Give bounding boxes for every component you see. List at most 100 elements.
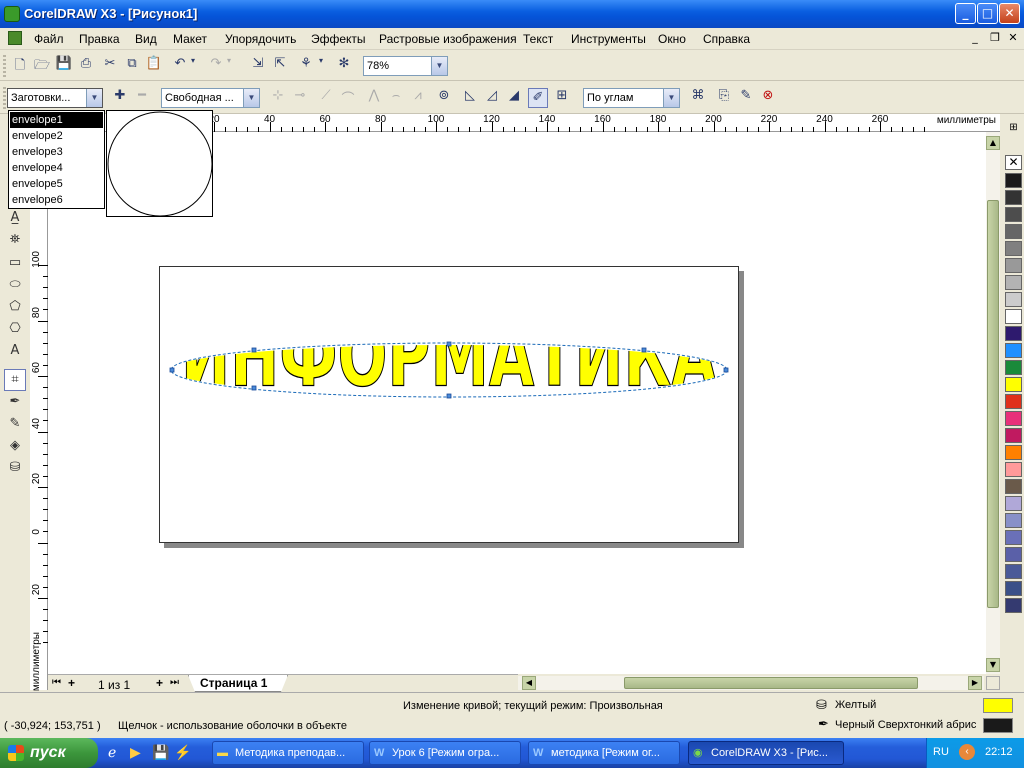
palette-swatch[interactable]: [1005, 343, 1022, 358]
palette-swatch[interactable]: [1005, 326, 1022, 341]
palette-swatch[interactable]: [1005, 258, 1022, 273]
task-word-1[interactable]: W Урок 6 [Режим огра...: [369, 741, 521, 765]
clear-envelope-icon[interactable]: ⊗: [758, 88, 778, 108]
last-page-icon[interactable]: ⏭: [170, 677, 179, 688]
cusp-node-icon[interactable]: ⋀: [364, 88, 384, 108]
envelope-tool-icon[interactable]: ⌗: [4, 369, 26, 391]
envelope-node[interactable]: [641, 347, 647, 353]
palette-swatch[interactable]: [1005, 428, 1022, 443]
add-page-after-icon[interactable]: +: [156, 676, 163, 690]
launcher-icon[interactable]: ⚘: [296, 56, 316, 76]
export-icon[interactable]: ⇱: [270, 56, 290, 76]
redo-icon[interactable]: ↷: [206, 56, 226, 76]
preset-option[interactable]: envelope3: [10, 144, 103, 160]
minimize-button[interactable]: _: [955, 3, 976, 24]
palette-swatch[interactable]: [1005, 224, 1022, 239]
copy-envelope-icon[interactable]: ⎘: [714, 88, 734, 108]
palette-swatch[interactable]: [1005, 377, 1022, 392]
import-icon[interactable]: ⇲: [248, 56, 268, 76]
add-preset-icon[interactable]: ✚: [110, 88, 130, 108]
first-page-icon[interactable]: ⏮: [52, 677, 61, 688]
palette-swatch[interactable]: [1005, 275, 1022, 290]
polygon-tool-icon[interactable]: ⬠: [4, 299, 26, 321]
scroll-left-icon[interactable]: ◀: [522, 676, 536, 690]
single-arc-mode-icon[interactable]: ◿: [482, 88, 502, 108]
envelope-mode-icon[interactable]: ⊚: [434, 88, 454, 108]
welcome-icon[interactable]: ✻: [334, 56, 354, 76]
redo-dropdown-icon[interactable]: ▾: [224, 56, 234, 76]
start-button[interactable]: пуск: [0, 738, 98, 768]
preset-option[interactable]: envelope5: [10, 176, 103, 192]
eyedropper-tool-icon[interactable]: ✒: [4, 394, 26, 416]
horizontal-scroll-thumb[interactable]: [624, 677, 918, 689]
no-fill-swatch[interactable]: ✕: [1005, 155, 1022, 170]
menu-tools[interactable]: Инструменты: [571, 32, 646, 46]
close-button[interactable]: ✕: [999, 3, 1020, 24]
smart-fill-icon[interactable]: ⛯: [4, 232, 26, 254]
print-icon[interactable]: ⎙: [76, 56, 96, 76]
palette-swatch[interactable]: [1005, 241, 1022, 256]
navigator-button[interactable]: [986, 676, 1000, 690]
undo-icon[interactable]: ↶: [170, 56, 190, 76]
zoom-combo[interactable]: 78% ▼: [363, 56, 448, 76]
mode-combo[interactable]: Свободная ... ▼: [161, 88, 260, 108]
envelope-node[interactable]: [446, 341, 452, 347]
add-new-envelope-icon[interactable]: ⊞: [552, 88, 572, 108]
scroll-down-icon[interactable]: ▼: [986, 658, 1000, 672]
palette-swatch[interactable]: [1005, 292, 1022, 307]
text-tool-icon[interactable]: A̲: [4, 210, 26, 232]
menu-text[interactable]: Текст: [523, 32, 553, 46]
fill-tool-icon[interactable]: ◈: [4, 438, 26, 460]
save-quick-icon[interactable]: 💾: [152, 744, 169, 761]
undo-dropdown-icon[interactable]: ▾: [188, 56, 198, 76]
remove-preset-icon[interactable]: ━: [132, 88, 152, 108]
document-icon[interactable]: [8, 31, 22, 45]
menu-bitmaps[interactable]: Растровые изображения: [379, 32, 517, 46]
add-node-icon[interactable]: ⊹: [268, 88, 288, 108]
maximize-button[interactable]: □: [977, 3, 998, 24]
preset-option[interactable]: envelope4: [10, 160, 103, 176]
envelope-node[interactable]: [723, 367, 729, 373]
task-word-2[interactable]: W методика [Режим ог...: [528, 741, 680, 765]
palette-swatch[interactable]: [1005, 530, 1022, 545]
eyedropper-icon[interactable]: ✎: [736, 88, 756, 108]
ellipse-tool-icon[interactable]: ⬭: [4, 277, 26, 299]
task-coreldraw[interactable]: ◉ CorelDRAW X3 - [Рис...: [688, 741, 844, 765]
text-tool-icon-2[interactable]: A: [4, 343, 26, 365]
open-icon[interactable]: 🗁: [32, 56, 52, 76]
menu-window[interactable]: Окно: [658, 32, 686, 46]
to-line-icon[interactable]: ⟋: [316, 88, 336, 108]
basic-shapes-icon[interactable]: ⎔: [4, 321, 26, 343]
rectangle-tool-icon[interactable]: ▭: [4, 255, 26, 277]
menu-edit[interactable]: Правка: [79, 32, 120, 46]
fill-swatch[interactable]: [983, 698, 1013, 713]
vertical-scroll-thumb[interactable]: [987, 200, 999, 608]
palette-swatch[interactable]: [1005, 479, 1022, 494]
menu-effects[interactable]: Эффекты: [311, 32, 366, 46]
lightning-icon[interactable]: ⚡: [174, 744, 191, 761]
media-player-icon[interactable]: ▶: [130, 744, 141, 761]
palette-swatch[interactable]: [1005, 173, 1022, 188]
cut-icon[interactable]: ✂: [100, 56, 120, 76]
scroll-up-icon[interactable]: ▲: [986, 136, 1000, 150]
palette-swatch[interactable]: [1005, 207, 1022, 222]
presets-dropdown-list[interactable]: envelope1 envelope2 envelope3 envelope4 enve…: [8, 110, 105, 209]
palette-swatch[interactable]: [1005, 598, 1022, 613]
envelope-node[interactable]: [169, 367, 175, 373]
horizontal-scrollbar[interactable]: ◀ ▶: [518, 676, 984, 690]
straight-line-mode-icon[interactable]: ◺: [460, 88, 480, 108]
double-arc-mode-icon[interactable]: ◢: [504, 88, 524, 108]
paste-icon[interactable]: 📋: [144, 56, 164, 76]
chevron-left-icon[interactable]: ‹: [959, 744, 975, 760]
envelope-node[interactable]: [251, 385, 257, 391]
preset-option[interactable]: envelope6: [10, 192, 103, 208]
copy-icon[interactable]: ⧉: [122, 56, 142, 76]
menu-arrange[interactable]: Упорядочить: [225, 32, 296, 46]
preset-option[interactable]: envelope2: [10, 128, 103, 144]
doc-restore-button[interactable]: ❐: [988, 31, 1002, 45]
delete-node-icon[interactable]: ⊸: [290, 88, 310, 108]
doc-close-button[interactable]: ✕: [1006, 31, 1020, 45]
palette-swatch[interactable]: [1005, 547, 1022, 562]
new-icon[interactable]: 🗋: [10, 56, 30, 76]
menu-layout[interactable]: Макет: [173, 32, 207, 46]
